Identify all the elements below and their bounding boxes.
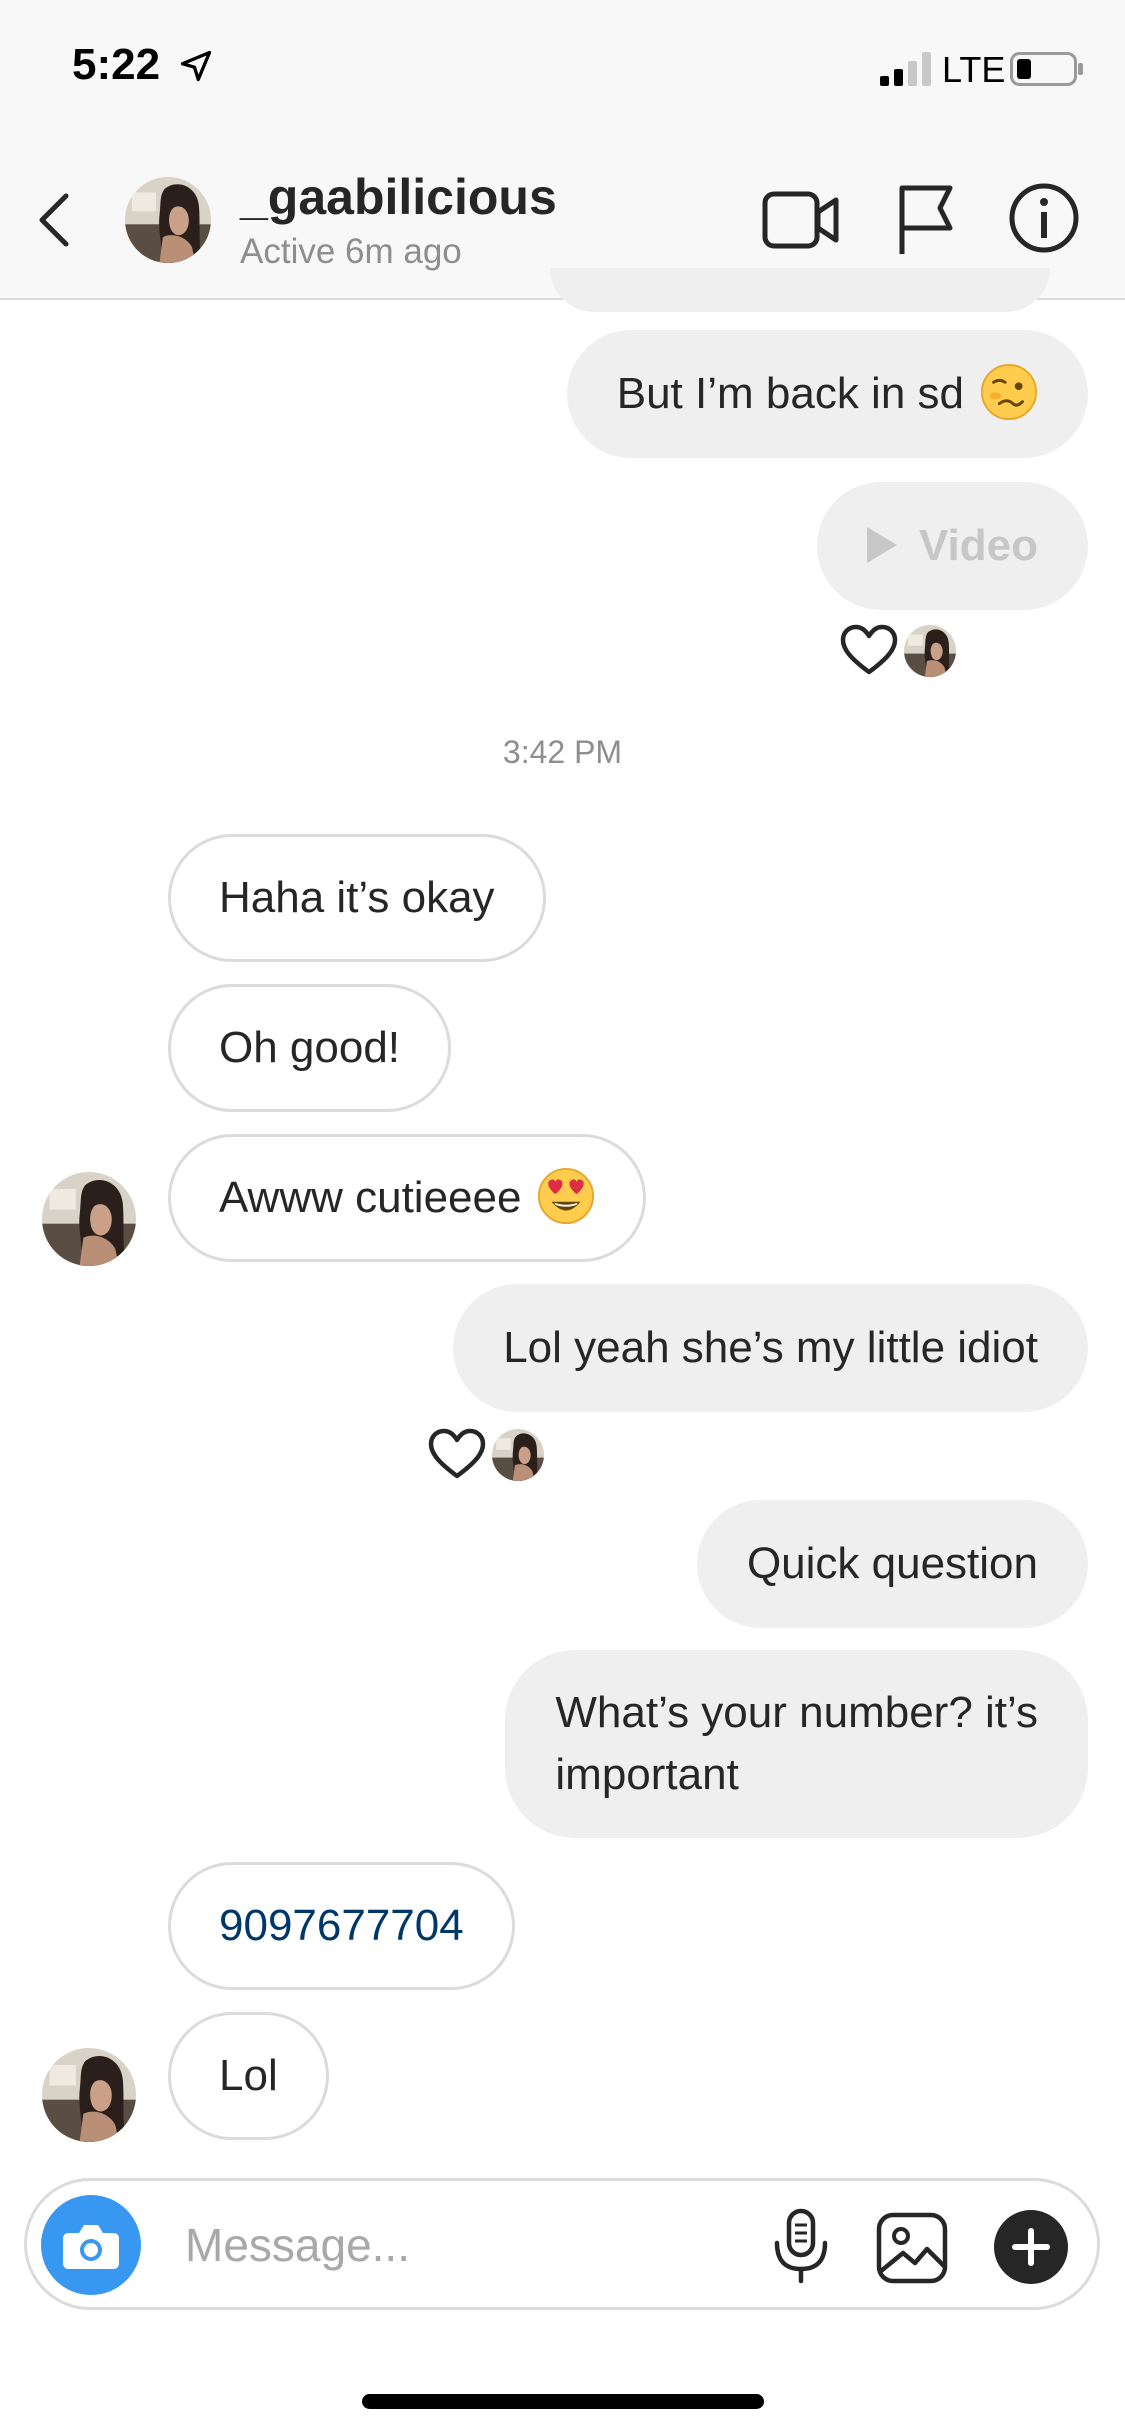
camera-icon <box>63 2225 119 2269</box>
status-time: 5:22 <box>72 40 161 89</box>
network-label: LTE <box>942 49 1006 90</box>
message-bubble-sent[interactable]: Lol yeah she’s my little idiot <box>453 1284 1088 1412</box>
flag-icon[interactable] <box>896 184 956 256</box>
info-icon[interactable] <box>1008 182 1080 254</box>
chat-username[interactable]: _gaabilicious <box>240 168 557 226</box>
signal-icon <box>880 52 931 86</box>
microphone-icon[interactable] <box>769 2207 833 2285</box>
heart-icon[interactable] <box>840 624 898 676</box>
message-text: Oh good! <box>219 1023 401 1072</box>
message-bubble-sent[interactable]: Quick question <box>696 1500 1088 1628</box>
plus-icon[interactable] <box>993 2209 1069 2285</box>
message-text: But I’m back in sd <box>616 369 964 418</box>
avatar[interactable] <box>42 1172 136 1266</box>
video-label: Video <box>918 521 1038 570</box>
message-text: Lol <box>219 2051 278 2100</box>
heart-eyes-emoji-icon <box>538 1168 595 1225</box>
phone-number-link[interactable]: 9097677704 <box>219 1901 464 1950</box>
message-composer <box>24 2178 1100 2310</box>
video-camera-icon[interactable] <box>762 188 840 252</box>
message-text: Haha it’s okay <box>219 873 495 922</box>
battery-icon <box>1010 52 1083 86</box>
home-indicator[interactable] <box>362 2394 764 2409</box>
back-chevron-icon[interactable] <box>30 188 80 252</box>
message-text: Quick question <box>746 1539 1038 1588</box>
woozy-face-emoji-icon <box>980 364 1038 421</box>
message-bubble-sent[interactable]: But I’m back in sd <box>566 330 1088 458</box>
status-bar: 5:22 LTE <box>0 0 1125 140</box>
active-status: Active 6m ago <box>240 232 462 271</box>
camera-button[interactable] <box>41 2195 141 2295</box>
message-bubble-received[interactable]: Haha it’s okay <box>168 834 546 962</box>
message-input[interactable] <box>183 2211 747 2279</box>
location-arrow-icon <box>180 50 212 82</box>
message-text: Awww cutieeee <box>219 1173 522 1222</box>
message-bubble-received[interactable]: Awww cutieeee <box>168 1134 647 1262</box>
avatar[interactable] <box>125 177 211 263</box>
play-icon <box>866 527 897 564</box>
heart-icon[interactable] <box>428 1428 486 1480</box>
reaction-avatar <box>492 1429 544 1481</box>
gallery-icon[interactable] <box>875 2211 949 2285</box>
video-message-bubble[interactable]: Video <box>816 482 1088 610</box>
avatar[interactable] <box>42 2048 136 2142</box>
message-bubble-partial <box>550 268 1050 312</box>
message-bubble-received[interactable]: Lol <box>168 2012 329 2140</box>
message-bubble-received[interactable]: Oh good! <box>168 984 452 1112</box>
reaction-avatar <box>904 625 956 677</box>
timestamp-separator: 3:42 PM <box>502 734 623 770</box>
message-text-line: important <box>555 1750 739 1799</box>
message-text: Lol yeah she’s my little idiot <box>503 1323 1038 1372</box>
message-bubble-received[interactable]: 9097677704 <box>168 1862 515 1990</box>
message-text-line: What’s your number? it’s <box>555 1688 1038 1737</box>
message-bubble-sent[interactable]: What’s your number? it’s important <box>505 1650 1088 1838</box>
